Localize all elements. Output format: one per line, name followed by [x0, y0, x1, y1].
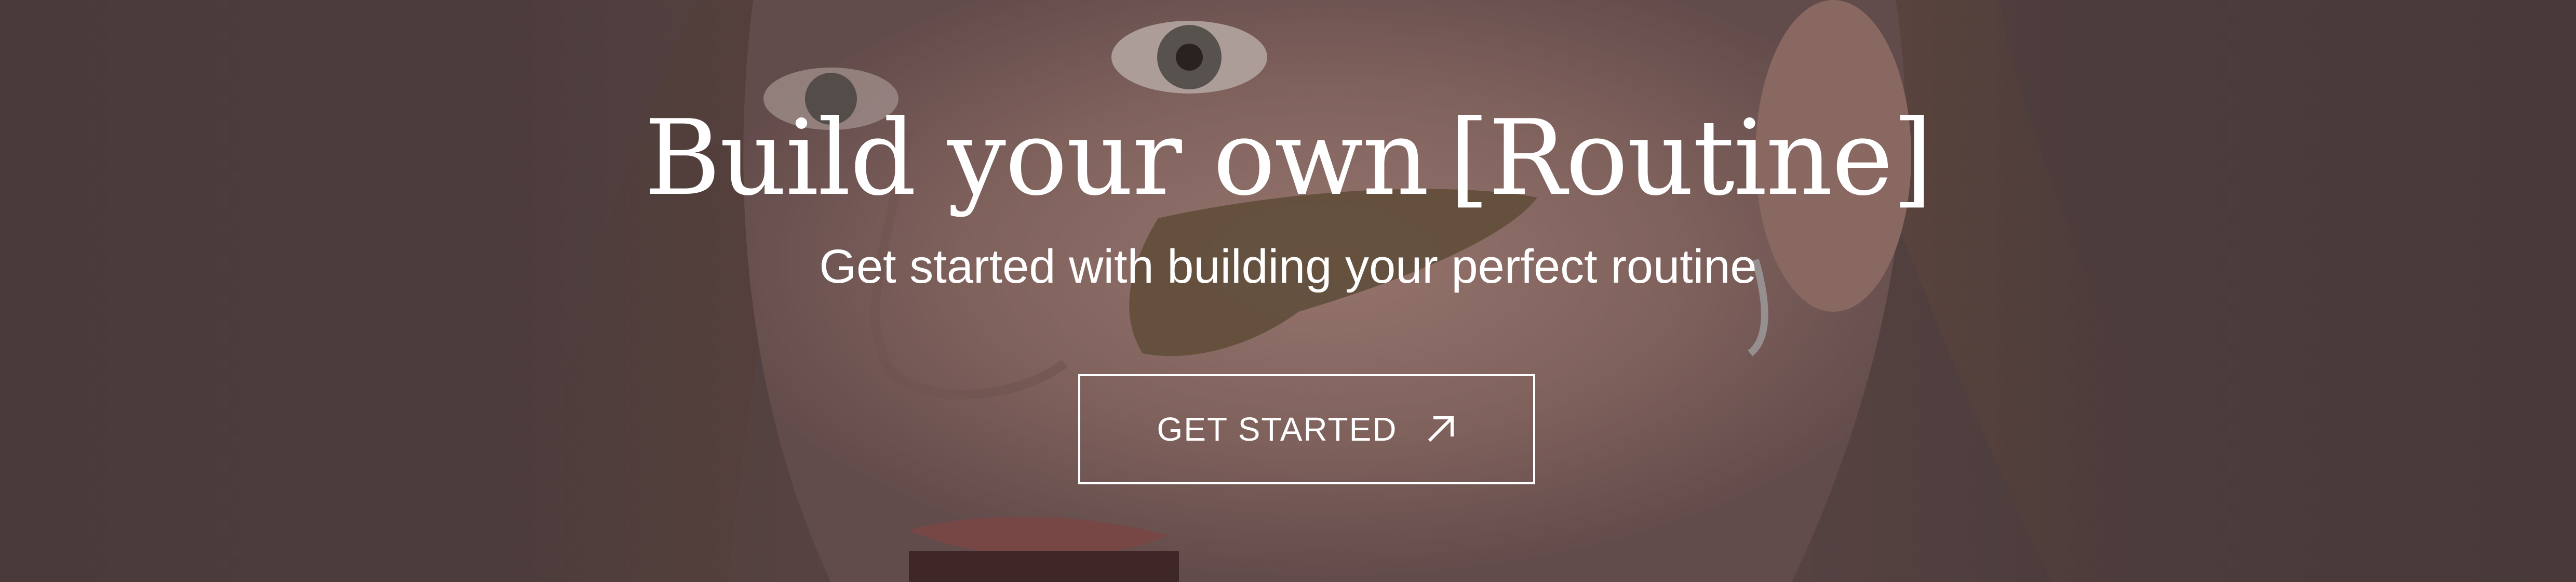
- hero-subheadline: Get started with building your perfect r…: [819, 240, 1757, 293]
- arrow-up-right-icon: [1425, 414, 1456, 445]
- hero-content: Build your own [Routine] Get started with…: [0, 0, 2576, 582]
- hero-headline: Build your own [Routine]: [0, 96, 2576, 221]
- hero-banner: Build your own [Routine] Get started with…: [0, 0, 2576, 582]
- get-started-button[interactable]: GET STARTED: [1078, 374, 1535, 484]
- headline-main-text: Build your own: [644, 98, 1429, 219]
- get-started-label: GET STARTED: [1157, 411, 1398, 448]
- headline-bracket-text: [Routine]: [1448, 98, 1933, 219]
